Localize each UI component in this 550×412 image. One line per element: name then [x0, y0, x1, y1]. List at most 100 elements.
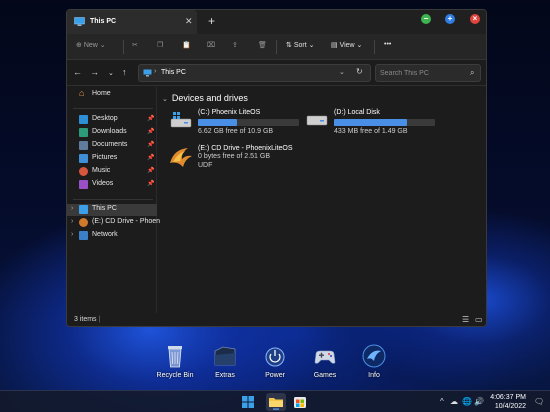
search-input[interactable] — [376, 65, 468, 81]
taskbar: ^ ☁ 🌐 🔊 4:06:37 PM 10/4/2022 🗨 — [0, 390, 550, 412]
network-tray-icon[interactable]: 🌐 — [462, 397, 472, 406]
desktop-icon-power[interactable]: Power — [249, 343, 301, 379]
start-button[interactable] — [240, 394, 256, 410]
clock-date: 10/4/2022 — [494, 403, 526, 410]
sidebar-item-documents[interactable]: Documents 📌 — [67, 140, 157, 152]
desktop-icon — [79, 115, 88, 124]
forward-arrow-icon[interactable]: → — [90, 67, 99, 77]
desktop-icon-label: Info — [368, 372, 380, 379]
sidebar-item-downloads[interactable]: Downloads 📌 — [67, 127, 157, 139]
documents-icon — [79, 141, 88, 150]
pin-icon[interactable]: 📌 — [147, 128, 154, 135]
delete-icon[interactable]: 🗑 — [258, 41, 267, 49]
sidebar-item-home[interactable]: ⌂ Home — [67, 88, 157, 101]
sidebar-item-pictures[interactable]: Pictures 📌 — [67, 153, 157, 165]
desktop-icon-label: Recycle Bin — [156, 372, 194, 379]
sort-button[interactable]: ⇅ Sort ⌄ — [286, 41, 314, 49]
sidebar-item-label: Home — [92, 90, 111, 97]
address-row: ← → ⌄ ↑ › This PC ⌄ ↻ ⌕ — [67, 60, 486, 86]
rename-icon[interactable]: ⌧ — [207, 41, 215, 49]
sidebar-item-label: Downloads — [92, 128, 127, 135]
sort-label: Sort — [293, 42, 307, 49]
extras-folder-icon — [212, 343, 238, 369]
share-icon[interactable]: ⇪ — [232, 41, 238, 49]
pin-icon[interactable]: 📌 — [147, 180, 154, 187]
minimize-button[interactable]: − — [421, 14, 431, 24]
breadcrumb[interactable]: This PC — [161, 69, 186, 76]
desktop-icon-recycle-bin[interactable]: Recycle Bin — [149, 343, 201, 379]
this-pc-icon — [79, 205, 88, 214]
pin-icon[interactable]: 📌 — [147, 115, 154, 122]
expand-chevron-icon[interactable]: › — [71, 205, 73, 212]
tab-this-pc[interactable]: This PC ✕ — [67, 10, 197, 34]
music-icon — [79, 167, 88, 176]
cut-icon[interactable]: ✂ — [132, 41, 138, 49]
close-button[interactable]: × — [470, 14, 480, 24]
recent-chevron-icon[interactable]: ⌄ — [108, 69, 114, 77]
phoenix-cd-drive-icon — [168, 145, 194, 171]
title-bar: This PC ✕ + − + × — [67, 10, 486, 34]
search-box[interactable]: ⌕ — [375, 64, 481, 82]
details-view-icon[interactable]: ☰ — [462, 315, 469, 324]
copy-icon[interactable]: ❐ — [157, 41, 163, 49]
address-bar[interactable]: › This PC ⌄ ↻ — [138, 64, 371, 82]
sidebar-item-label: (E:) CD Drive - Phoen — [92, 218, 161, 225]
notifications-icon[interactable]: 🗨 — [534, 397, 544, 406]
home-icon: ⌂ — [79, 88, 85, 98]
paste-icon[interactable]: 📋 — [182, 41, 191, 49]
volume-icon[interactable]: 🔊 — [474, 397, 484, 406]
tab-close-icon[interactable]: ✕ — [185, 16, 193, 27]
sidebar-item-network[interactable]: › Network — [67, 230, 157, 242]
expand-chevron-icon[interactable]: › — [71, 231, 73, 238]
address-dropdown-icon[interactable]: ⌄ — [339, 68, 345, 76]
this-pc-icon — [74, 17, 85, 27]
minimize-icon: − — [423, 14, 429, 23]
file-explorer-window: This PC ✕ + − + × ⊕ New ⌄ ✂ ❐ 📋 ⌧ ⇪ 🗑 ⇅ … — [66, 9, 487, 327]
tiles-view-icon[interactable]: ▭ — [475, 315, 483, 324]
desktop-icon-extras[interactable]: Extras — [199, 343, 251, 379]
refresh-icon[interactable]: ↻ — [356, 67, 363, 76]
content-area: ⌄ Devices and drives (C:) Phoenix LiteOS … — [158, 87, 486, 313]
sidebar-item-videos[interactable]: Videos 📌 — [67, 179, 157, 191]
drive-name: (E:) CD Drive - PhoenixLiteOS — [198, 145, 293, 152]
pictures-icon — [79, 154, 88, 163]
desktop-icon-games[interactable]: Games — [299, 343, 351, 379]
drive-usage-bar — [198, 119, 299, 126]
maximize-icon: + — [447, 14, 453, 23]
onedrive-icon[interactable]: ☁ — [450, 397, 458, 406]
drive-d[interactable]: (D:) Local Disk 433 MB free of 1.49 GB — [306, 109, 441, 141]
drive-e[interactable]: (E:) CD Drive - PhoenixLiteOS 0 bytes fr… — [170, 145, 320, 177]
back-arrow-icon[interactable]: ← — [73, 67, 82, 77]
collapse-chevron-icon: ⌄ — [162, 96, 168, 103]
view-button[interactable]: ▤ View ⌄ — [331, 41, 362, 49]
sidebar-item-this-pc[interactable]: › This PC — [67, 204, 157, 216]
clock[interactable]: 4:06:37 PM 10/4/2022 — [486, 393, 526, 411]
command-bar: ⊕ New ⌄ ✂ ❐ 📋 ⌧ ⇪ 🗑 ⇅ Sort ⌄ ▤ View ⌄ ••… — [67, 34, 486, 60]
section-header-devices[interactable]: ⌄ Devices and drives — [162, 93, 248, 103]
maximize-button[interactable]: + — [445, 14, 455, 24]
toolbar-divider — [276, 40, 277, 54]
drive-free-space: 433 MB free of 1.49 GB — [334, 128, 408, 135]
file-explorer-taskbar-icon[interactable] — [266, 393, 286, 411]
view-label: View — [339, 42, 355, 49]
new-tab-button[interactable]: + — [208, 14, 215, 28]
desktop-icon-label: Games — [313, 372, 337, 379]
drive-usage-fill — [198, 119, 238, 126]
up-arrow-icon[interactable]: ↑ — [122, 67, 127, 77]
desktop-icon-info[interactable]: Info — [348, 343, 400, 379]
pin-icon[interactable]: 📌 — [147, 141, 154, 148]
pin-icon[interactable]: 📌 — [147, 154, 154, 161]
sidebar-item-music[interactable]: Music 📌 — [67, 166, 157, 178]
sidebar-item-cd-drive[interactable]: › (E:) CD Drive - Phoen — [67, 217, 161, 229]
pin-icon[interactable]: 📌 — [147, 167, 154, 174]
drive-c[interactable]: (C:) Phoenix LiteOS 6.62 GB free of 10.9… — [170, 109, 305, 141]
sidebar-item-desktop[interactable]: Desktop 📌 — [67, 114, 157, 126]
store-taskbar-icon[interactable] — [292, 394, 308, 410]
more-options-icon[interactable]: ••• — [384, 41, 391, 48]
tray-chevron-icon[interactable]: ^ — [440, 397, 444, 406]
drive-name: (D:) Local Disk — [334, 109, 380, 116]
sidebar-item-label: This PC — [92, 205, 117, 212]
sidebar-divider — [73, 199, 153, 200]
expand-chevron-icon[interactable]: › — [71, 218, 73, 225]
new-button[interactable]: ⊕ New ⌄ — [76, 41, 106, 49]
